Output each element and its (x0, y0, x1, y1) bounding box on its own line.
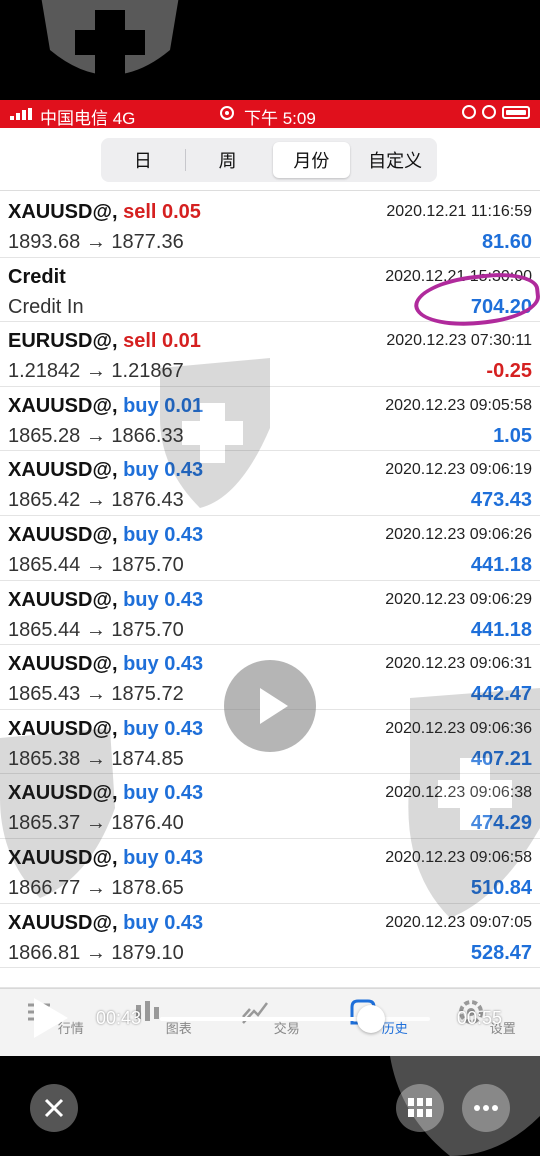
video-elapsed-time: 00:43 (96, 1008, 142, 1028)
row-profit: 1.05 (493, 424, 532, 447)
row-prices: Credit In (8, 295, 84, 318)
carrier-label: 中国电信 4G (40, 109, 136, 128)
row-side: buy 0.43 (123, 588, 204, 611)
period-segmented-control: 日 周 月份 自定义 (101, 138, 437, 182)
row-prices: 1893.68 → 1877.36 (8, 231, 184, 253)
signal-icon (10, 108, 34, 120)
recording-icon (220, 106, 234, 120)
row-time: 2020.12.23 09:06:26 (385, 525, 532, 543)
row-symbol-name: EURUSD@, (8, 330, 118, 353)
watermark-shield-icon (0, 728, 115, 898)
row-time: 2020.12.23 09:06:29 (385, 590, 532, 608)
watermark-shield-icon (41, 0, 179, 75)
row-symbol: XAUUSD@, buy 0.43 (8, 653, 203, 676)
row-side: buy 0.43 (123, 782, 204, 805)
row-symbol-name: XAUUSD@, (8, 394, 118, 417)
segment-month[interactable]: 月份 (272, 142, 351, 178)
row-time: 2020.12.23 09:06:31 (385, 655, 532, 673)
row-profit: 441.18 (470, 618, 532, 641)
row-symbol: XAUUSD@, buy 0.43 (8, 524, 203, 547)
row-side: buy 0.43 (123, 523, 204, 546)
video-bottom-letterbox (0, 1056, 540, 1156)
video-progress-fill (160, 1017, 371, 1021)
row-side: buy 0.43 (123, 911, 204, 934)
row-symbol-name: XAUUSD@, (8, 653, 118, 676)
segment-day[interactable]: 日 (104, 142, 182, 178)
watermark-shield-icon (390, 1056, 540, 1156)
video-progress-track[interactable] (160, 1005, 430, 1033)
row-side: sell 0.01 (123, 330, 201, 353)
row-symbol-name: XAUUSD@, (8, 201, 118, 223)
battery-icon (502, 105, 530, 119)
period-selector-bar: 日 周 月份 自定义 (0, 128, 540, 191)
row-profit: 441.18 (470, 553, 532, 576)
lock-rotation-icon (462, 105, 476, 119)
row-side: buy 0.43 (123, 846, 204, 869)
video-play-icon[interactable] (34, 998, 68, 1038)
row-symbol: XAUUSD@, sell 0.05 (8, 201, 201, 224)
row-symbol-name: XAUUSD@, (8, 523, 118, 546)
video-center-play-button[interactable] (224, 660, 316, 752)
row-symbol-name: XAUUSD@, (8, 588, 118, 611)
row-symbol-name: XAUUSD@, (8, 459, 118, 482)
row-symbol: Credit (8, 266, 66, 289)
row-time: 2020.12.23 09:06:19 (385, 461, 532, 479)
row-profit: -0.25 (486, 360, 532, 383)
segment-custom[interactable]: 自定义 (356, 142, 434, 178)
row-side: buy 0.43 (123, 717, 204, 740)
row-profit: 473.43 (470, 489, 532, 512)
row-time: 2020.12.21 11:16:59 (386, 203, 532, 220)
row-symbol: XAUUSD@, buy 0.43 (8, 589, 203, 612)
close-icon (44, 1098, 64, 1118)
alarm-icon (482, 105, 496, 119)
row-side: buy 0.43 (123, 653, 204, 676)
row-symbol: EURUSD@, sell 0.01 (8, 330, 201, 353)
status-time: 下午 5:09 (244, 109, 316, 128)
history-screen: 日 周 月份 自定义 XAUUSD@, sell 0.05 1893.68 → 1… (0, 128, 540, 1056)
history-row[interactable]: XAUUSD@, buy 0.43 1865.44 → 1875.70 2020.1… (0, 516, 540, 581)
video-controls: 00:43 00:55 (0, 990, 540, 1050)
row-prices: 1865.44 → 1875.70 (8, 618, 184, 641)
row-side: sell 0.05 (123, 201, 201, 223)
history-row-partial (0, 968, 540, 989)
status-bar: 中国电信 4G 下午 5:09 (0, 100, 540, 128)
row-profit: 81.60 (481, 231, 532, 253)
row-prices: 1866.81 → 1879.10 (8, 941, 184, 964)
row-prices: 1865.43 → 1875.72 (8, 683, 184, 706)
history-row[interactable]: XAUUSD@, buy 0.43 1865.44 → 1875.70 2020.1… (0, 581, 540, 646)
close-button[interactable] (30, 1084, 78, 1132)
row-symbol-name: Credit (8, 265, 66, 288)
watermark-shield-icon (160, 358, 270, 508)
video-total-time: 00:55 (457, 1008, 503, 1028)
row-time: 2020.12.23 07:30:11 (386, 332, 532, 350)
row-time: 2020.12.23 09:05:58 (385, 396, 532, 414)
row-prices: 1865.44 → 1875.70 (8, 553, 184, 576)
row-profit: 528.47 (470, 941, 532, 964)
segment-divider (184, 149, 186, 171)
row-symbol: XAUUSD@, buy 0.43 (8, 912, 203, 935)
history-row[interactable]: XAUUSD@, sell 0.05 1893.68 → 1877.36 2020.… (0, 193, 540, 258)
row-symbol-name: XAUUSD@, (8, 911, 118, 934)
video-progress-knob[interactable] (356, 1005, 385, 1033)
watermark-shield-icon (408, 688, 540, 918)
segment-week[interactable]: 周 (189, 142, 267, 178)
video-top-letterbox (0, 0, 540, 100)
